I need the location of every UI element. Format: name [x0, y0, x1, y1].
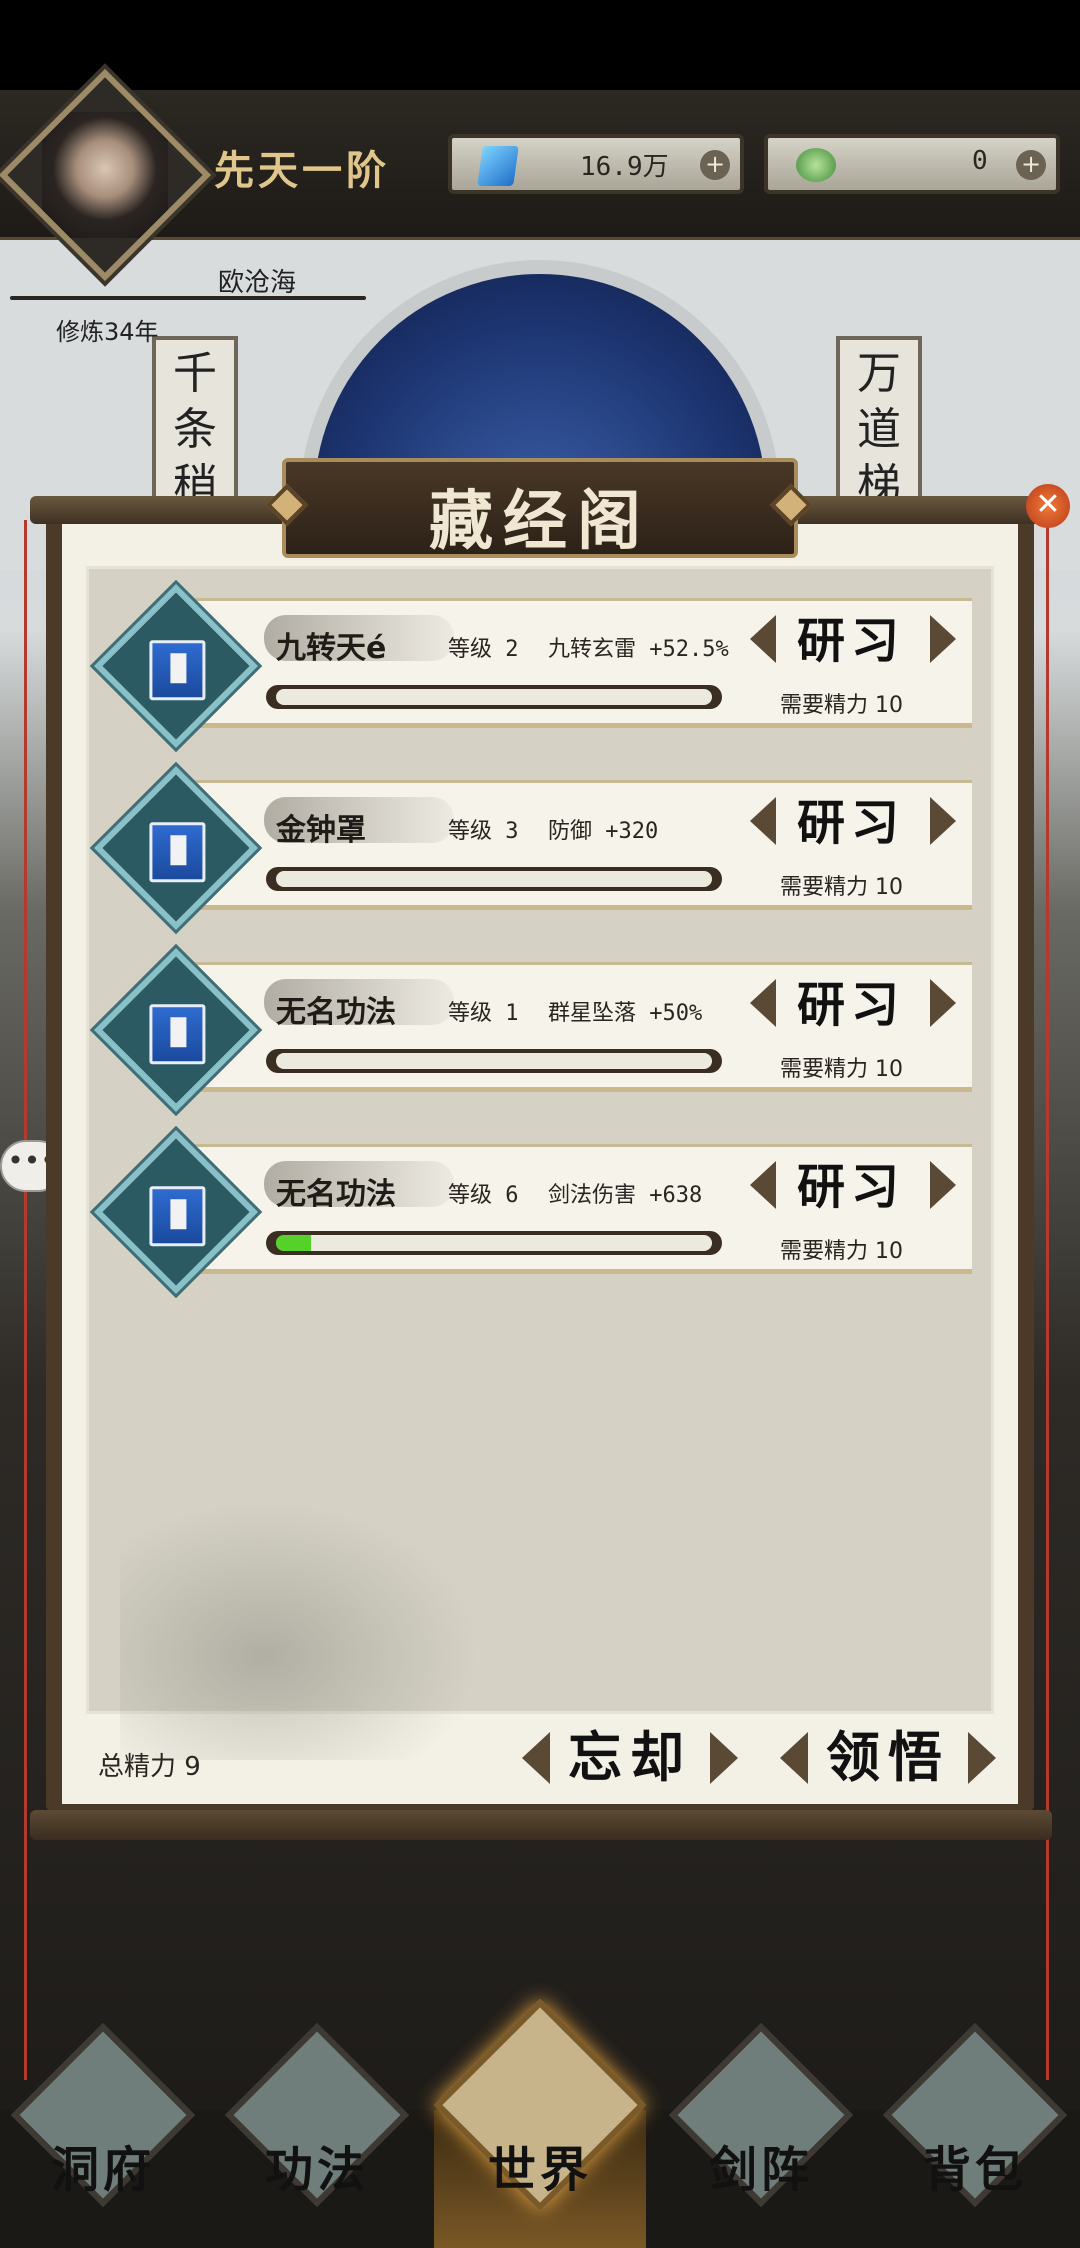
- name-underline: [10, 296, 366, 300]
- rope-right: [1046, 520, 1049, 2080]
- nav-cave[interactable]: 洞府: [8, 2010, 198, 2230]
- forget-button[interactable]: 忘却: [522, 1720, 738, 1794]
- nav-label-backpack: 背包: [922, 2142, 1027, 2198]
- progress-track: [276, 689, 712, 705]
- technique-row: 九转天é 等级 2 九转玄雷 +52.5% 研习需要精力 10: [190, 598, 972, 728]
- scroll-rod-bottom: [30, 1810, 1052, 1840]
- study-chevron-right-icon: [930, 797, 956, 845]
- technique-name: 无名功法: [276, 995, 396, 1030]
- nav-label-technique: 功法: [264, 2142, 369, 2198]
- technique-name: 金钟罩: [276, 813, 366, 848]
- progress-track: [276, 1235, 712, 1251]
- nav-backpack[interactable]: 背包: [880, 2010, 1070, 2230]
- nav-label-cave: 洞府: [50, 2142, 155, 2198]
- technique-effect: 防御 +320: [548, 819, 659, 844]
- technique-row: 无名功法 等级 6 剑法伤害 +638 研习需要精力 10: [190, 1144, 972, 1274]
- energy-cost: 需要精力 10: [780, 693, 903, 718]
- technique-name: 无名功法: [276, 1177, 396, 1212]
- book-icon: [149, 1186, 206, 1247]
- study-chevron-right-icon: [930, 1161, 956, 1209]
- nav-label-sword-array: 剑阵: [708, 2142, 813, 2198]
- technique-level: 等级 6: [448, 1183, 519, 1208]
- total-energy-label: 总精力: [98, 1752, 177, 1782]
- technique-effect: 剑法伤害 +638: [548, 1183, 703, 1208]
- forget-chevron-right-icon: [710, 1732, 738, 1784]
- spirit-stone-counter: 16.9万 +: [448, 134, 744, 194]
- spirit-stone-value: 16.9万: [580, 152, 669, 182]
- cultivation-years: 修炼34年: [56, 318, 159, 346]
- progress-track: [276, 871, 712, 887]
- total-energy-value: 9: [184, 1752, 201, 1782]
- rope-left: [24, 520, 27, 2080]
- banner-right: 万道梯: [836, 336, 922, 516]
- add-spirit-stone-button[interactable]: +: [700, 150, 730, 180]
- energy-cost: 需要精力 10: [780, 1057, 903, 1082]
- technique-row: 无名功法 等级 1 群星坠落 +50% 研习需要精力 10: [190, 962, 972, 1092]
- technique-effect: 九转玄雷 +52.5%: [548, 637, 729, 662]
- study-button[interactable]: 研习: [748, 613, 954, 669]
- spirit-stone-icon: [477, 146, 519, 186]
- avatar-portrait: [41, 112, 168, 238]
- jade-value: 0: [972, 146, 988, 176]
- jade-counter: 0 +: [764, 134, 1060, 194]
- cultivation-realm: 先天一阶: [214, 147, 390, 194]
- title-plaque: 藏经阁: [282, 458, 798, 559]
- study-button[interactable]: 研习: [748, 1159, 954, 1215]
- study-progress-bar: [266, 1049, 722, 1073]
- technique-level: 等级 2: [448, 637, 519, 662]
- nav-world[interactable]: 世界: [433, 1998, 647, 2230]
- comprehend-button[interactable]: 领悟: [780, 1720, 996, 1794]
- book-icon: [149, 1004, 206, 1065]
- jade-icon: [796, 148, 836, 182]
- energy-cost: 需要精力 10: [780, 1239, 903, 1264]
- close-button[interactable]: ✕: [1026, 484, 1070, 528]
- book-icon: [149, 640, 206, 701]
- study-button[interactable]: 研习: [748, 977, 954, 1033]
- ink-landscape-decoration: [120, 1500, 480, 1760]
- energy-cost: 需要精力 10: [780, 875, 903, 900]
- progress-track: [276, 1053, 712, 1069]
- progress-fill: [276, 1235, 311, 1251]
- study-progress-bar: [266, 1231, 722, 1255]
- study-chevron-right-icon: [930, 615, 956, 663]
- nav-sword-array[interactable]: 剑阵: [666, 2010, 856, 2230]
- study-chevron-right-icon: [930, 979, 956, 1027]
- add-jade-button[interactable]: +: [1016, 150, 1046, 180]
- book-icon: [149, 822, 206, 883]
- panel-title: 藏经阁: [429, 484, 651, 559]
- technique-effect: 群星坠落 +50%: [548, 1001, 703, 1026]
- total-energy: 总精力 9: [98, 1746, 201, 1783]
- player-name: 欧沧海: [218, 268, 297, 298]
- technique-name: 九转天é: [276, 631, 387, 666]
- technique-level: 等级 1: [448, 1001, 519, 1026]
- nav-label-world: 世界: [487, 2142, 592, 2198]
- technique-level: 等级 3: [448, 819, 519, 844]
- study-button[interactable]: 研习: [748, 795, 954, 851]
- nav-technique[interactable]: 功法: [222, 2010, 412, 2230]
- banner-left: 千条稍: [152, 336, 238, 516]
- technique-row: 金钟罩 等级 3 防御 +320 研习需要精力 10: [190, 780, 972, 910]
- study-progress-bar: [266, 867, 722, 891]
- study-progress-bar: [266, 685, 722, 709]
- comprehend-chevron-right-icon: [968, 1732, 996, 1784]
